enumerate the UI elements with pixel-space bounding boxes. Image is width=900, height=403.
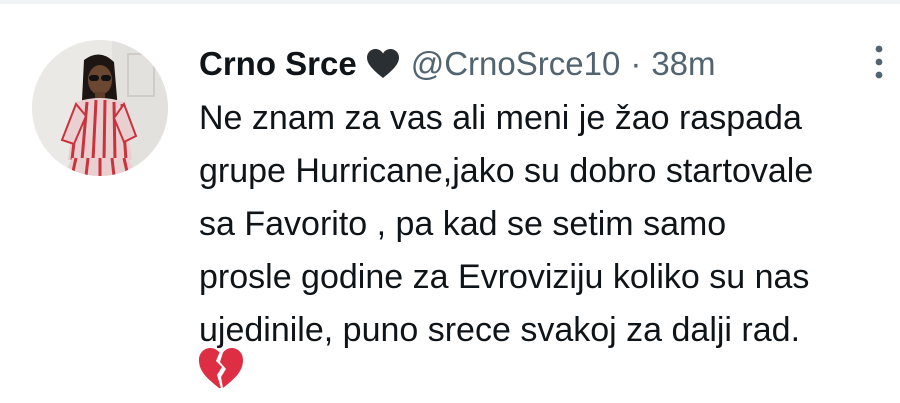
timestamp[interactable]: 38m xyxy=(651,45,715,83)
tweet-text-line: prosle godine za Evroviziju koliko su na… xyxy=(199,258,810,296)
more-options-icon[interactable] xyxy=(874,44,884,80)
separator-dot: · xyxy=(630,45,642,82)
broken-heart-icon xyxy=(199,348,243,390)
tweet[interactable]: Crno Srce @CrnoSrce10 · 38m Ne znam za v… xyxy=(0,4,900,403)
avatar[interactable] xyxy=(32,40,168,176)
tweet-text-line: ujedinile, puno srece svakoj za dalji ra… xyxy=(199,311,801,349)
black-heart-icon xyxy=(366,49,399,79)
tweet-text-line: Ne znam za vas ali meni je žao raspada xyxy=(199,99,802,137)
tweet-text-line: grupe Hurricane,jako su dobro startovale xyxy=(199,152,814,190)
tweet-header: Crno Srce @CrnoSrce10 · 38m xyxy=(199,42,716,86)
display-name[interactable]: Crno Srce xyxy=(199,45,357,83)
tweet-text-line: sa Favorito , pa kad se setim samo xyxy=(199,205,727,243)
handle[interactable]: @CrnoSrce10 xyxy=(411,45,621,83)
tweet-text: Ne znam za vas ali meni je žao raspada g… xyxy=(199,92,899,357)
